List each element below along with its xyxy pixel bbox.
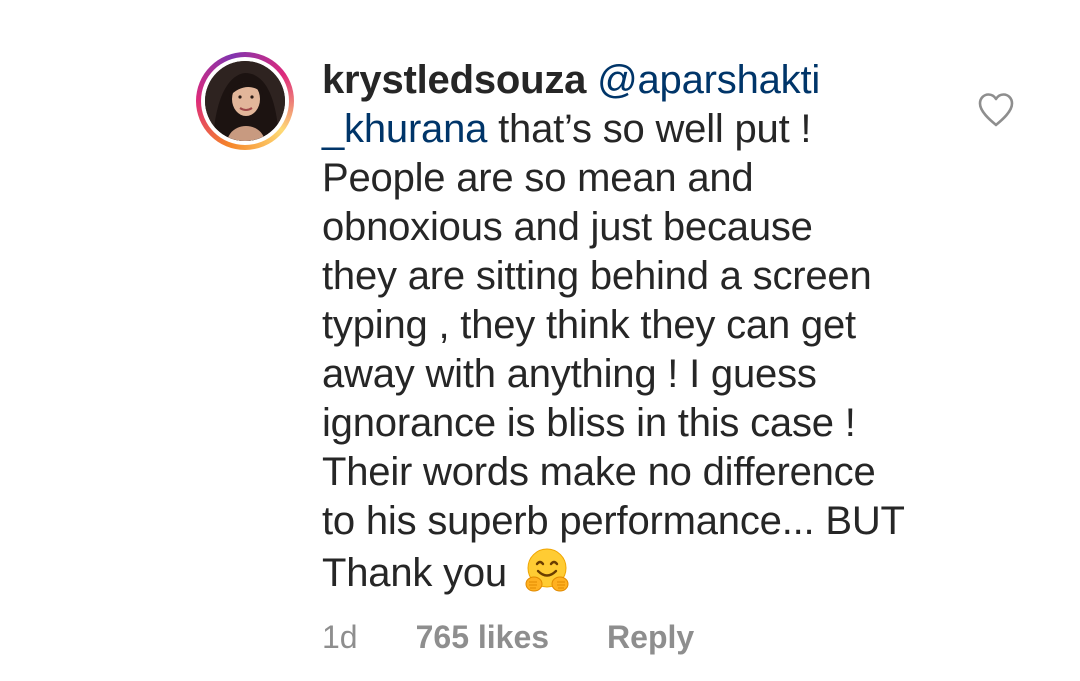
comment-line-8: ignorance is bliss in this case ! (322, 401, 856, 445)
comment-line-3: People are so mean and (322, 156, 754, 200)
reply-button[interactable]: Reply (607, 617, 694, 657)
avatar-story-ring[interactable] (196, 52, 294, 150)
comment-text: krystledsouza @aparshakti _khurana that’… (322, 56, 962, 598)
username-link[interactable]: krystledsouza (322, 58, 586, 102)
comment-text-segment: Thank you (322, 551, 518, 595)
likes-count-button[interactable]: 765 likes (416, 617, 549, 657)
hugging-face-emoji-icon (525, 548, 569, 592)
comment-line-1: krystledsouza @aparshakti (322, 56, 962, 105)
heart-outline-icon[interactable] (977, 92, 1015, 128)
comment-line-10: to his superb performance... BUT (322, 499, 905, 543)
mention-link-continued[interactable]: _khurana (322, 107, 487, 151)
comment-line-4: obnoxious and just because (322, 205, 813, 249)
comment-line-6: typing , they think they can get (322, 303, 856, 347)
avatar-photo (205, 61, 285, 141)
comment-line-2: _khurana that’s so well put ! (322, 105, 962, 154)
comment-text-segment: that’s so well put ! (487, 107, 812, 151)
comment-line-11: Thank you (322, 546, 962, 598)
mention-link[interactable]: @aparshakti (597, 58, 820, 102)
avatar-ring-gap (201, 57, 289, 145)
comment-line-7: away with anything ! I guess (322, 352, 817, 396)
comment: krystledsouza @aparshakti _khurana that’… (0, 0, 1080, 681)
avatar[interactable] (205, 61, 285, 141)
comment-line-5: they are sitting behind a screen (322, 254, 872, 298)
comment-timestamp: 1d (322, 619, 358, 655)
comment-line-9: Their words make no difference (322, 450, 876, 494)
comment-meta: 1d 765 likes Reply (322, 617, 694, 657)
